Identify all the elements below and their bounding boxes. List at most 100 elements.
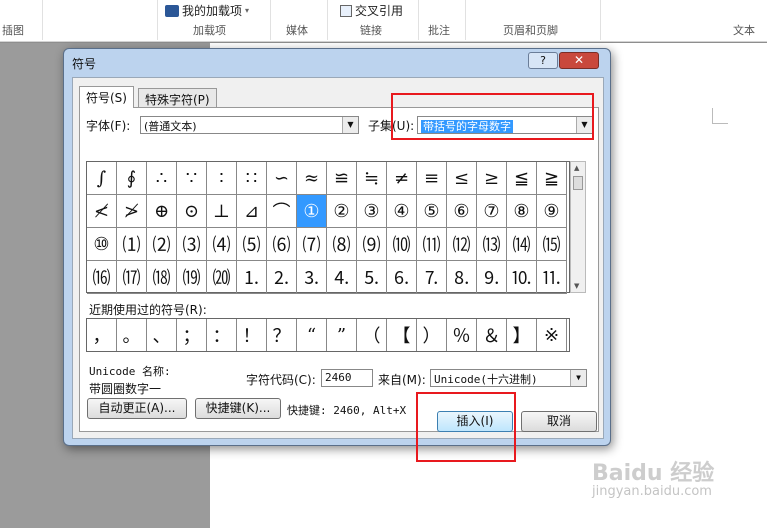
recent-symbol-cell[interactable]: ％	[447, 319, 477, 351]
symbol-cell[interactable]: ⑿	[447, 228, 477, 261]
symbol-cell[interactable]: ⑶	[177, 228, 207, 261]
symbol-cell[interactable]: ∴	[147, 162, 177, 195]
symbol-cell[interactable]: ∷	[237, 162, 267, 195]
recent-symbol-cell[interactable]: ＆	[477, 319, 507, 351]
symbol-cell[interactable]: ⊥	[207, 195, 237, 228]
recent-symbol-cell[interactable]: 。	[117, 319, 147, 351]
symbol-cell[interactable]: ④	[387, 195, 417, 228]
symbol-cell[interactable]: ∵	[177, 162, 207, 195]
symbol-cell[interactable]: ⑼	[357, 228, 387, 261]
symbol-cell[interactable]: ⊙	[177, 195, 207, 228]
subset-select[interactable]: 带括号的字母数字 ▼	[417, 116, 593, 134]
scroll-up-icon[interactable]: ▲	[574, 164, 579, 172]
chevron-down-icon[interactable]: ▼	[342, 117, 358, 133]
symbol-cell[interactable]: ⒅	[147, 261, 177, 294]
symbol-cell[interactable]: ⒎	[417, 261, 447, 294]
symbol-cell[interactable]: ⑥	[447, 195, 477, 228]
symbol-cell[interactable]: ⒇	[207, 261, 237, 294]
symbol-cell-selected[interactable]: ①	[297, 195, 327, 228]
symbol-cell[interactable]: ⒑	[507, 261, 537, 294]
symbol-cell[interactable]: ≤	[447, 162, 477, 195]
symbol-cell[interactable]: ⒁	[507, 228, 537, 261]
symbol-cell[interactable]: ⑴	[117, 228, 147, 261]
symbol-cell[interactable]: ⒊	[297, 261, 327, 294]
symbol-cell[interactable]: ∮	[117, 162, 147, 195]
symbol-cell[interactable]: ∽	[267, 162, 297, 195]
symbol-cell[interactable]: ∫	[87, 162, 117, 195]
symbol-cell[interactable]: ⊕	[147, 195, 177, 228]
symbol-cell[interactable]: ≦	[507, 162, 537, 195]
chevron-down-icon[interactable]: ▼	[570, 370, 586, 386]
symbol-cell[interactable]: ⑺	[297, 228, 327, 261]
recent-symbol-cell[interactable]: ）	[417, 319, 447, 351]
symbol-cell[interactable]: ⒈	[237, 261, 267, 294]
symbol-cell[interactable]: ∶	[207, 162, 237, 195]
symbol-cell[interactable]: ⑽	[387, 228, 417, 261]
symbol-cell[interactable]: ≯	[117, 195, 147, 228]
symbol-cell[interactable]: ⑷	[207, 228, 237, 261]
symbol-cell[interactable]: ⑤	[417, 195, 447, 228]
recent-symbol-cell[interactable]: ，	[87, 319, 117, 351]
recent-symbol-cell[interactable]: ※	[537, 319, 567, 351]
help-button[interactable]: ?	[528, 52, 558, 69]
scroll-thumb[interactable]	[573, 176, 583, 190]
symbol-cell[interactable]: ⒃	[87, 261, 117, 294]
from-select[interactable]: Unicode(十六进制) ▼	[430, 369, 587, 387]
symbol-cell[interactable]: ≮	[87, 195, 117, 228]
recent-symbol-cell[interactable]: ！	[237, 319, 267, 351]
symbol-cell[interactable]: ≠	[387, 162, 417, 195]
autocorrect-button[interactable]: 自动更正(A)...	[87, 398, 187, 419]
symbol-cell[interactable]: ⑧	[507, 195, 537, 228]
symbol-cell[interactable]: ⑩	[87, 228, 117, 261]
char-code-input[interactable]: 2460	[321, 369, 373, 387]
symbol-cell[interactable]: ⑸	[237, 228, 267, 261]
symbol-cell[interactable]: ⒆	[177, 261, 207, 294]
symbol-cell[interactable]: ⑦	[477, 195, 507, 228]
symbol-cell[interactable]: ≡	[417, 162, 447, 195]
symbol-cell[interactable]: ≌	[327, 162, 357, 195]
symbol-cell[interactable]: ⒒	[537, 261, 567, 294]
symbol-cell[interactable]: ⌒	[267, 195, 297, 228]
symbol-cell[interactable]: ⑾	[417, 228, 447, 261]
symbol-cell[interactable]: ⒐	[477, 261, 507, 294]
tab-symbols[interactable]: 符号(S)	[79, 86, 134, 108]
recent-symbol-cell[interactable]: ？	[267, 319, 297, 351]
insert-button[interactable]: 插入(I)	[437, 411, 513, 432]
scroll-down-icon[interactable]: ▼	[574, 282, 579, 290]
recent-symbol-cell[interactable]: ”	[327, 319, 357, 351]
recent-symbol-cell[interactable]: ；	[177, 319, 207, 351]
symbol-cell[interactable]: ③	[357, 195, 387, 228]
chevron-down-icon[interactable]: ▼	[576, 117, 592, 133]
symbol-cell[interactable]: ⒌	[357, 261, 387, 294]
symbol-cell[interactable]: ≒	[357, 162, 387, 195]
symbol-cell[interactable]: ②	[327, 195, 357, 228]
symbol-cell[interactable]: ⒏	[447, 261, 477, 294]
symbol-cell[interactable]: ⊿	[237, 195, 267, 228]
cancel-button[interactable]: 取消	[521, 411, 597, 432]
symbol-cell[interactable]: ≈	[297, 162, 327, 195]
tab-special-characters[interactable]: 特殊字符(P)	[138, 88, 217, 108]
recent-symbol-cell[interactable]: 、	[147, 319, 177, 351]
close-button[interactable]: ✕	[559, 52, 599, 69]
symbol-cell[interactable]: ≥	[477, 162, 507, 195]
recent-symbol-cell[interactable]: ：	[207, 319, 237, 351]
recent-symbol-cell[interactable]: “	[297, 319, 327, 351]
symbol-cell[interactable]: ⑵	[147, 228, 177, 261]
symbol-cell[interactable]: ⒍	[387, 261, 417, 294]
symbol-cell[interactable]: ⑨	[537, 195, 567, 228]
shortcut-key-button[interactable]: 快捷键(K)...	[195, 398, 281, 419]
symbol-cell[interactable]: ⒀	[477, 228, 507, 261]
cross-reference-button[interactable]: 交叉引用	[340, 2, 403, 19]
symbol-cell[interactable]: ⒉	[267, 261, 297, 294]
symbol-grid-scrollbar[interactable]: ▲ ▼	[570, 161, 586, 293]
symbol-cell[interactable]: ⑻	[327, 228, 357, 261]
symbol-cell[interactable]: ⒄	[117, 261, 147, 294]
recent-symbol-cell[interactable]: 】	[507, 319, 537, 351]
symbol-cell[interactable]: ⒂	[537, 228, 567, 261]
font-select[interactable]: (普通文本) ▼	[140, 116, 359, 134]
symbol-cell[interactable]: ≧	[537, 162, 567, 195]
recent-symbol-cell[interactable]: （	[357, 319, 387, 351]
symbol-cell[interactable]: ⒋	[327, 261, 357, 294]
recent-symbol-cell[interactable]: 【	[387, 319, 417, 351]
my-addins-button[interactable]: 我的加载项 ▾	[165, 2, 249, 19]
